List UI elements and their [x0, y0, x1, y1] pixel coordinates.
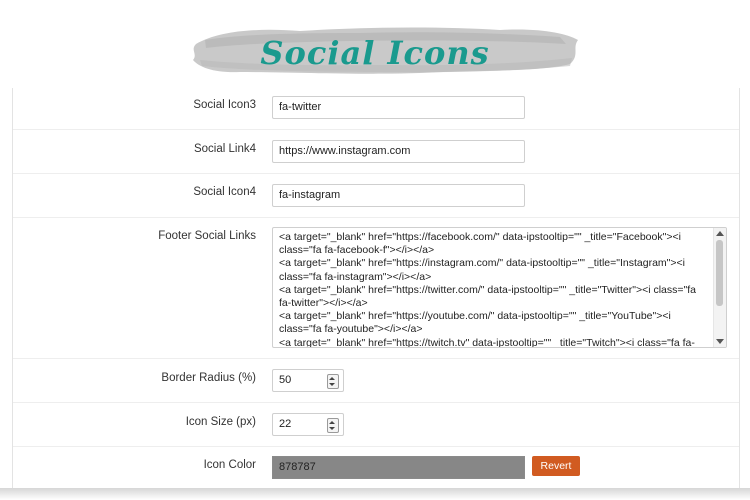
textarea-scrollbar[interactable]: [713, 228, 726, 347]
border-radius-spinner-icon[interactable]: [327, 374, 339, 389]
social-icon4-label: Social Icon4: [193, 186, 256, 198]
icon-color-input[interactable]: 878787: [272, 456, 525, 479]
row-footer-social-links: Footer Social Links <a target="_blank" h…: [13, 218, 739, 359]
footer-social-links-label: Footer Social Links: [158, 230, 256, 242]
scrollbar-thumb[interactable]: [716, 240, 723, 306]
social-icon4-input[interactable]: fa-instagram: [272, 184, 525, 207]
border-radius-input[interactable]: 50: [272, 369, 344, 392]
revert-button[interactable]: Revert: [532, 456, 580, 476]
social-icon3-input[interactable]: fa-twitter: [272, 96, 525, 119]
scroll-down-arrow-icon[interactable]: [716, 339, 724, 344]
icon-color-label: Icon Color: [203, 459, 256, 471]
scroll-up-arrow-icon[interactable]: [716, 231, 724, 236]
social-icon3-label: Social Icon3: [193, 99, 256, 111]
icon-size-label: Icon Size (px): [185, 416, 256, 428]
row-icon-color: Icon Color 878787 Revert: [13, 447, 739, 490]
bottom-shadow: [0, 488, 750, 500]
footer-social-links-text: <a target="_blank" href="https://faceboo…: [279, 231, 697, 348]
social-link4-input[interactable]: https://www.instagram.com: [272, 140, 525, 163]
page-title: Social Icons: [260, 34, 490, 72]
row-social-link4: Social Link4 https://www.instagram.com: [13, 130, 739, 174]
header-banner: Social Icons: [0, 0, 750, 90]
icon-size-input[interactable]: 22: [272, 413, 344, 436]
row-social-icon4: Social Icon4 fa-instagram: [13, 174, 739, 218]
row-border-radius: Border Radius (%) 50: [13, 359, 739, 403]
border-radius-value: 50: [279, 374, 292, 386]
icon-size-value: 22: [279, 418, 292, 430]
social-link4-label: Social Link4: [193, 143, 256, 155]
settings-panel: Social Icon3 fa-twitter Social Link4 htt…: [12, 88, 740, 490]
footer-social-links-textarea[interactable]: <a target="_blank" href="https://faceboo…: [272, 227, 727, 348]
row-icon-size: Icon Size (px) 22: [13, 403, 739, 447]
border-radius-label: Border Radius (%): [161, 372, 256, 384]
icon-size-spinner-icon[interactable]: [327, 418, 339, 433]
row-social-icon3: Social Icon3 fa-twitter: [13, 88, 739, 130]
